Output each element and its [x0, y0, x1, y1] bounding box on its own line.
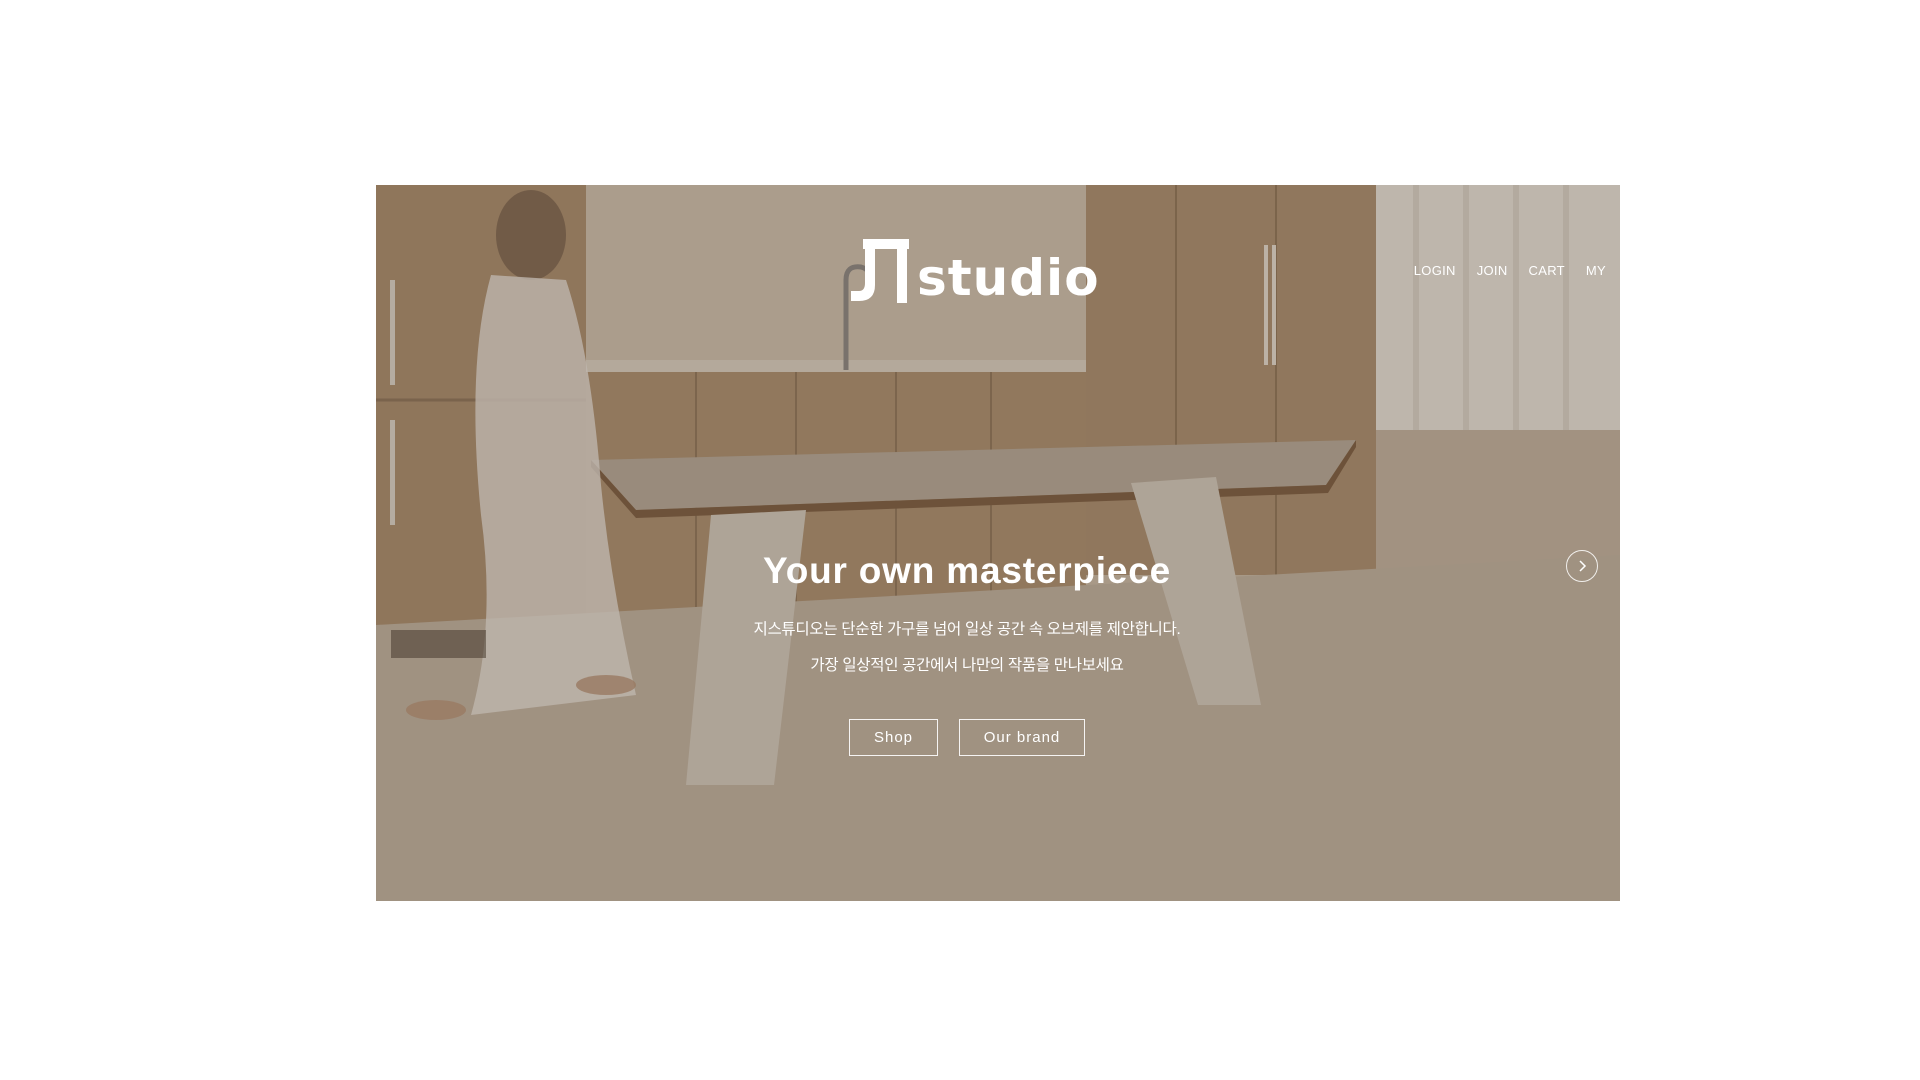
hero-description-line2: 가장 일상적인 공간에서 나만의 작품을 만나보세요: [810, 657, 1124, 674]
nav-join[interactable]: JOIN: [1477, 263, 1508, 278]
hero-headline: Your own masterpiece: [762, 550, 1172, 591]
next-slide-button[interactable]: [1566, 550, 1598, 582]
chevron-right-icon: [1579, 560, 1587, 572]
brand-logo[interactable]: studio: [849, 235, 1100, 305]
shop-button[interactable]: Shop: [849, 719, 938, 756]
hero-banner: studio LOGIN JOIN CART MY Your own maste…: [376, 185, 1620, 901]
logo-text: studio: [917, 249, 1100, 307]
nav-cart[interactable]: CART: [1529, 263, 1565, 278]
nav-login[interactable]: LOGIN: [1414, 263, 1456, 278]
nav-my[interactable]: MY: [1586, 263, 1606, 278]
hero-description-line1: 지스튜디오는 단순한 가구를 넘어 일상 공간 속 오브제를 제안합니다.: [753, 621, 1181, 638]
top-nav: LOGIN JOIN CART MY: [1414, 263, 1606, 278]
hero-button-row: Shop Our brand: [376, 719, 1558, 756]
ji-monogram-icon: [851, 239, 909, 303]
our-brand-button[interactable]: Our brand: [959, 719, 1085, 756]
